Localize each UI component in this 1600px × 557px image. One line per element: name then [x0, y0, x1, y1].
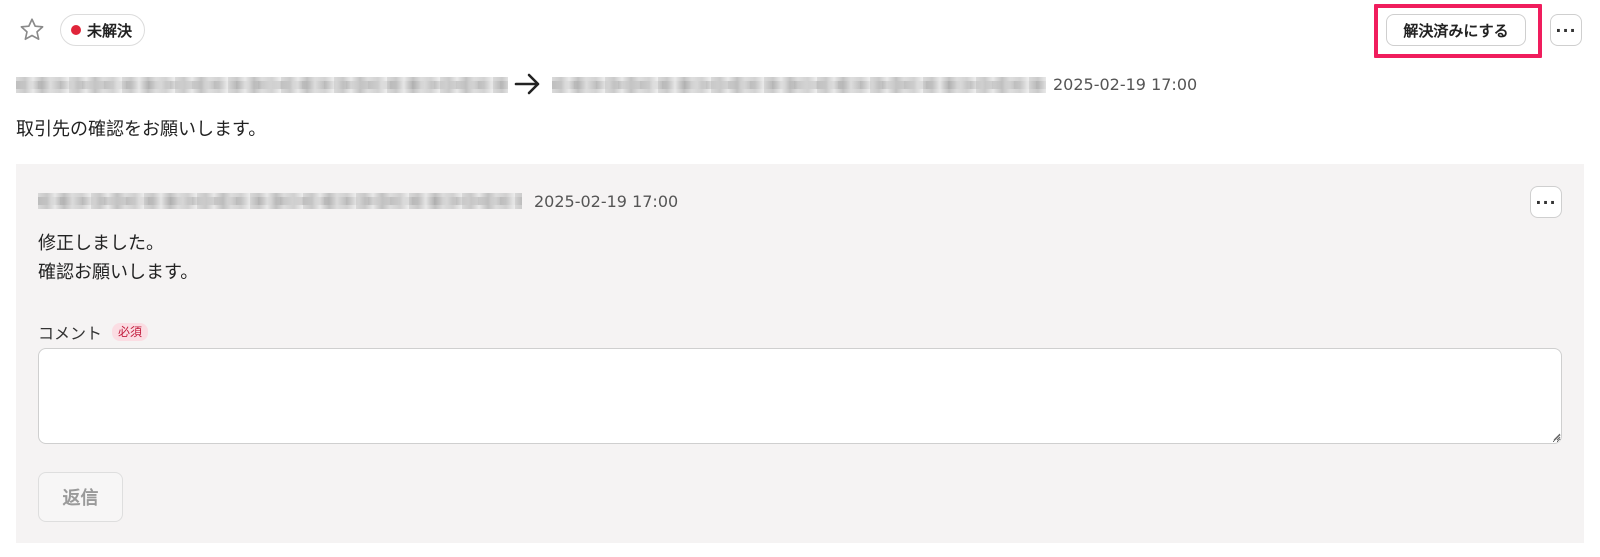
reply-body-line: 修正しました。	[38, 233, 164, 254]
comment-thread: 未解決 解決済みにする ··· 2025-02-19 17:00 取引先の確認を…	[0, 0, 1600, 557]
thread-message: 取引先の確認をお願いします。	[16, 119, 267, 140]
star-outline-icon	[20, 18, 44, 41]
reply-timestamp: 2025-02-19 17:00	[534, 192, 679, 211]
resolve-button[interactable]: 解決済みにする	[1386, 14, 1526, 46]
comment-label-text: コメント	[38, 324, 103, 343]
reply-submit-button[interactable]: 返信	[38, 472, 123, 522]
reply-body: 修正しました。 確認お願いします。	[38, 229, 198, 287]
status-dot-icon	[71, 25, 81, 35]
reply-more-button[interactable]: ···	[1530, 186, 1562, 218]
arrow-right-icon	[514, 73, 540, 95]
thread-timestamp: 2025-02-19 17:00	[1053, 75, 1198, 94]
reply-author-redacted	[38, 193, 522, 209]
sender-name-redacted	[16, 77, 508, 93]
comment-input[interactable]	[38, 348, 1562, 444]
status-badge: 未解決	[60, 14, 146, 46]
comment-field-label: コメント 必須	[38, 320, 149, 344]
thread-more-button[interactable]: ···	[1550, 14, 1582, 46]
more-icon: ···	[1555, 20, 1577, 40]
reply-body-line: 確認お願いします。	[38, 262, 199, 283]
resize-grip-icon[interactable]	[1551, 431, 1561, 441]
required-badge: 必須	[112, 323, 149, 341]
recipient-name-redacted	[552, 77, 1046, 93]
status-label: 未解決	[87, 21, 133, 40]
favorite-star-icon[interactable]	[16, 14, 48, 46]
more-icon: ···	[1535, 192, 1557, 212]
